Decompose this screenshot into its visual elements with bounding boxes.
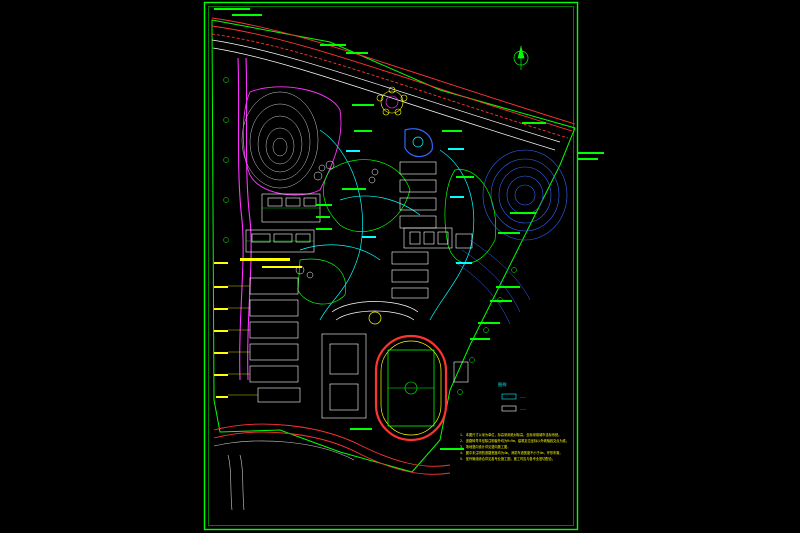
side-road xyxy=(211,39,561,151)
note-5: 5. 室外管线综合详见各专业施工图，施工时应与各专业密切配合。 xyxy=(460,456,555,461)
main-road xyxy=(211,17,576,139)
cad-viewport[interactable]: 图例 ——— ——— 1. 本图尺寸以米为单位，标高采用绝对标高，坐标采用城市坐… xyxy=(0,0,800,533)
legend-title: 图例 xyxy=(498,381,506,388)
west-building-complex xyxy=(245,193,321,253)
south-white-road xyxy=(213,440,355,511)
west-building-grid xyxy=(246,207,320,242)
general-notes: 1. 本图尺寸以米为单位，标高采用绝对标高，坐标采用城市坐标系统。 2. 道路转… xyxy=(460,432,569,461)
annotation-labels-cyan xyxy=(346,148,472,264)
note-2: 2. 道路转弯半径除注明者外均为R=9m，建筑定位坐标以外墙轴线交点为准。 xyxy=(460,438,569,443)
contour-hill-west xyxy=(241,91,319,189)
dormitory-labels xyxy=(228,285,258,396)
arc-building xyxy=(331,301,419,325)
note-3: 3. 场地竖向设计详见竖向施工图。 xyxy=(460,444,510,449)
annotation-labels xyxy=(214,8,604,450)
gymnasium xyxy=(321,333,367,419)
teaching-buildings xyxy=(391,161,437,299)
legend: 图例 ——— ——— xyxy=(498,381,526,412)
annotation-labels-yellow xyxy=(214,258,302,398)
garden-paths xyxy=(299,129,475,321)
central-building xyxy=(403,227,473,249)
tree-clusters xyxy=(295,160,379,279)
west-road xyxy=(237,57,252,381)
water-feature xyxy=(404,128,433,158)
running-track xyxy=(374,334,448,442)
roundabout-plaza xyxy=(376,86,408,116)
note-1: 1. 本图尺寸以米为单位，标高采用绝对标高，坐标采用城市坐标系统。 xyxy=(460,432,561,437)
north-arrow-icon xyxy=(513,45,529,70)
dormitory-block xyxy=(249,277,301,403)
legend-item-1: ——— xyxy=(520,395,526,399)
legend-item-2: ——— xyxy=(520,407,526,411)
note-4: 4. 图中未注明的道路宽度均为4m，消防车道宽度不小于4m，环形布置。 xyxy=(460,450,563,455)
site-plan-drawing: 图例 ——— ——— 1. 本图尺寸以米为单位，标高采用绝对标高，坐标采用城市坐… xyxy=(203,1,604,531)
contour-lines-south xyxy=(454,239,531,325)
